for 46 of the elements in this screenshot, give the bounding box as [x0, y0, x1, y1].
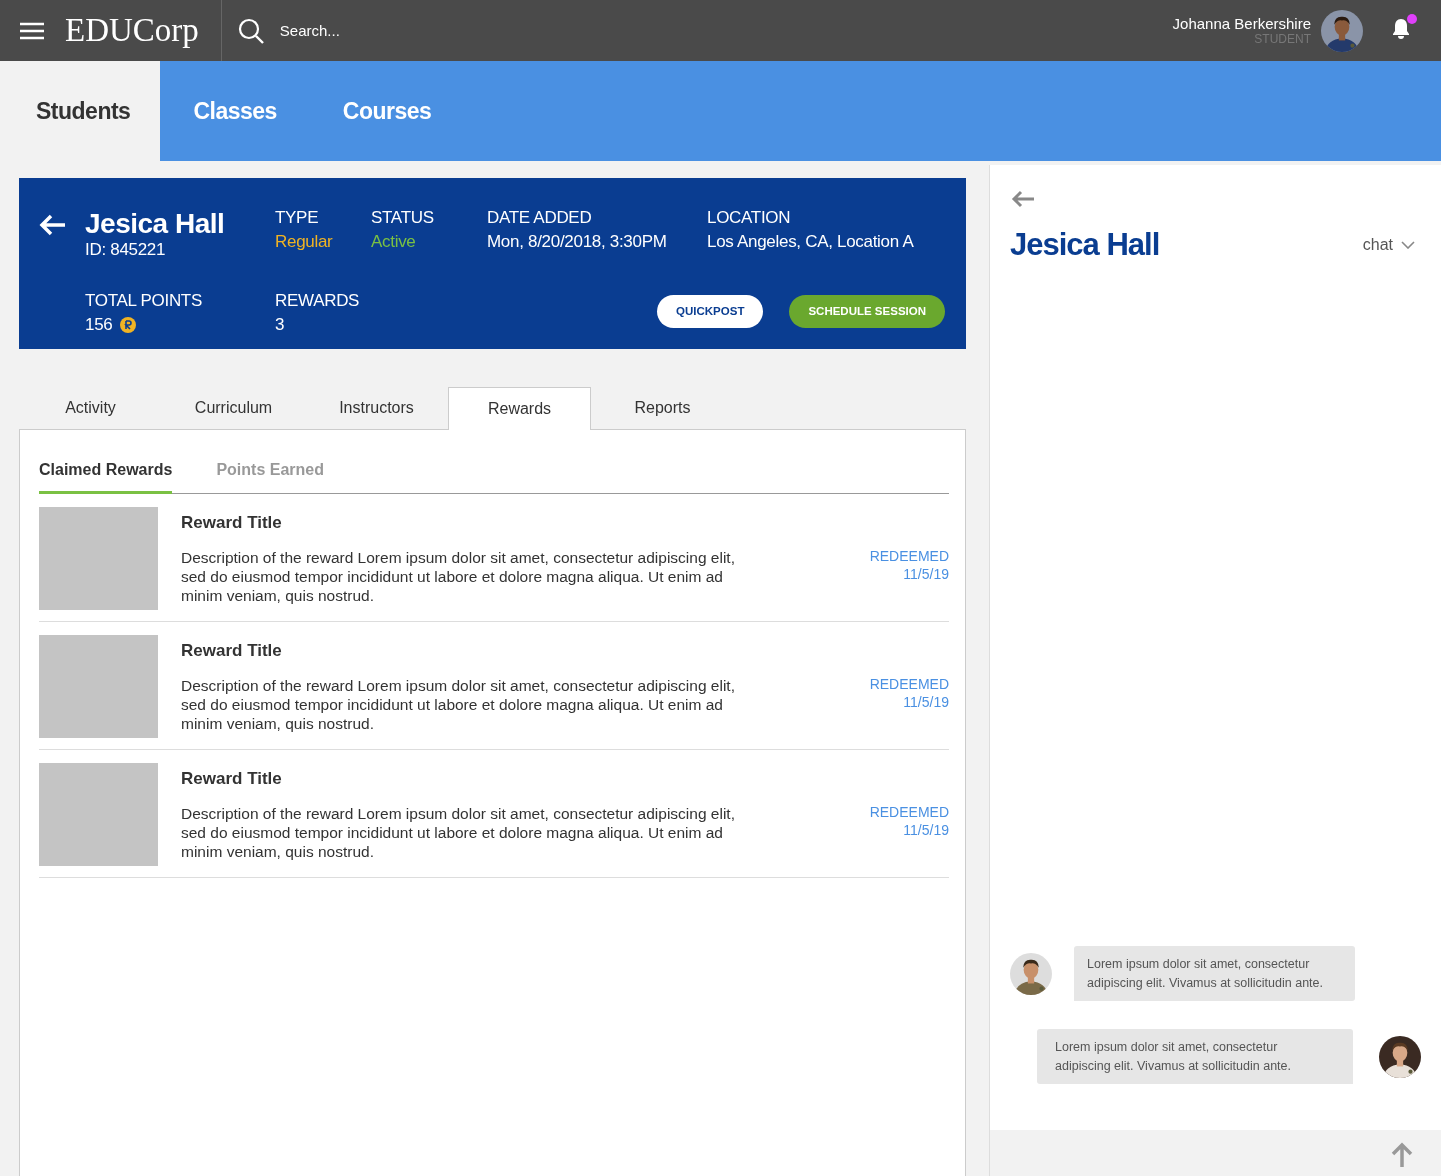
field-label: DATE ADDED	[487, 208, 593, 228]
chat-bubble: Lorem ipsum dolor sit amet, consectetur adipiscing elit. Vivamus at sollicitudin ante.	[1074, 946, 1355, 1001]
field-value: Los Angeles, CA, Location A	[707, 232, 915, 252]
reward-date: 11/5/19	[902, 565, 949, 583]
quickpost-button[interactable]: QUICKPOST	[657, 294, 764, 328]
tab[interactable]: Activity	[19, 386, 162, 429]
tab[interactable]: Reports	[591, 386, 734, 429]
chat-mode-dropdown[interactable]: chat	[1356, 235, 1421, 255]
field-value: Active	[371, 232, 417, 252]
reward-status: REDEEMED	[869, 547, 949, 565]
search-field[interactable]: Search...	[277, 21, 482, 40]
nav-tab[interactable]: Students	[0, 61, 161, 161]
reward-date: 11/5/19	[902, 821, 949, 839]
field-label: TYPE	[275, 208, 320, 228]
student-id: ID: 845221	[85, 240, 167, 260]
field-label: LOCATION	[707, 208, 792, 228]
reward-description: Description of the reward Lorem ipsum dolor sit amet, consectetur adipiscing elit, sed do eiusmod tempor incididunt ut labore et dolore magna aliqua. Ut enim ad minim veniam, quis nostrud.	[181, 676, 736, 733]
field-value: 3	[275, 314, 286, 335]
points-value: 156	[85, 314, 113, 335]
reward-title: Reward Title	[181, 513, 283, 533]
chat-contact-name: Jesica Hall	[1010, 227, 1160, 263]
tab[interactable]: Rewards	[448, 387, 591, 430]
reward-status: REDEEMED	[869, 675, 949, 693]
menu-icon[interactable]	[19, 20, 45, 41]
chevron-icon	[1401, 241, 1415, 249]
up-arrow-icon[interactable]	[1391, 1142, 1413, 1168]
tab[interactable]: Instructors	[305, 386, 448, 429]
reward-description: Description of the reward Lorem ipsum dolor sit amet, consectetur adipiscing elit, sed do eiusmod tempor incididunt ut labore et dolore magna aliqua. Ut enim ad minim veniam, quis nostrud.	[181, 548, 736, 605]
field-value: Mon, 8/20/2018, 3:30PM	[487, 232, 668, 252]
chat-bubble: Lorem ipsum dolor sit amet, consectetur adipiscing elit. Vivamus at sollicitudin ante.	[1037, 1029, 1353, 1084]
reward-title: Reward Title	[181, 769, 283, 789]
reward-status: REDEEMED	[869, 803, 949, 821]
student-name: Jesica Hall	[85, 208, 226, 240]
tab[interactable]: Curriculum	[162, 386, 305, 429]
field-label: TOTAL POINTS	[85, 290, 203, 311]
reward-description: Description of the reward Lorem ipsum dolor sit amet, consectetur adipiscing elit, sed do eiusmod tempor incididunt ut labore et dolore magna aliqua. Ut enim ad minim veniam, quis nostrud.	[181, 804, 736, 861]
search-icon[interactable]	[237, 17, 264, 44]
reward-date: 11/5/19	[902, 693, 949, 711]
user-name: Johanna Berkershire	[1172, 15, 1311, 32]
field-label: REWARDS	[275, 290, 360, 311]
bell-icon[interactable]	[1391, 17, 1411, 40]
coin-icon	[120, 316, 137, 333]
reward-title: Reward Title	[181, 641, 283, 661]
field-label: STATUS	[371, 208, 435, 228]
field-value: Regular	[275, 232, 334, 252]
subtab[interactable]: Claimed Rewards	[39, 461, 173, 494]
